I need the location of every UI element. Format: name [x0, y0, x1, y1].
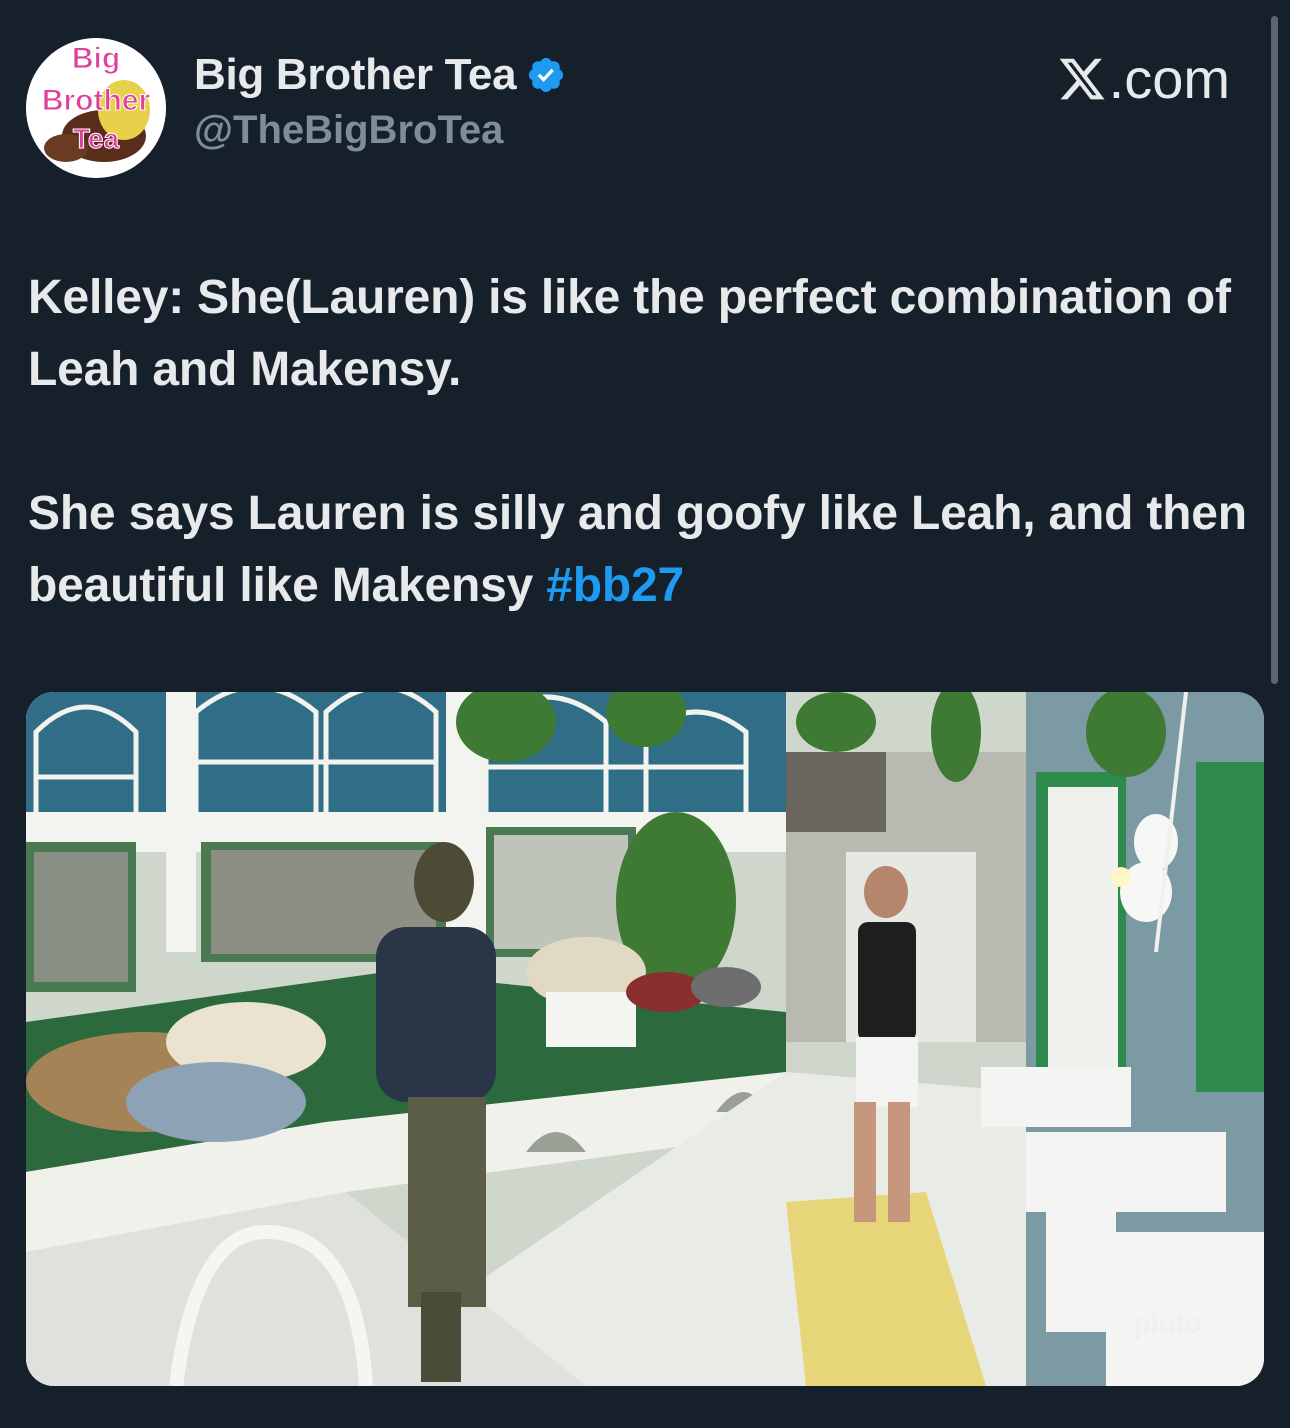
tweet-header: Big Brother Tea Big Brother Tea @TheBigB…	[26, 38, 566, 178]
site-logo[interactable]: .com	[1057, 46, 1230, 111]
avatar-text-3: Tea	[73, 123, 120, 154]
tweet-paragraph-1: Kelley: She(Lauren) is like the perfect …	[28, 271, 1231, 396]
author-handle[interactable]: @TheBigBroTea	[194, 108, 566, 153]
author-names: Big Brother Tea @TheBigBroTea	[194, 50, 566, 153]
avatar-text-2: Brother	[42, 84, 151, 117]
scrollbar[interactable]	[1271, 16, 1278, 684]
site-domain-suffix: .com	[1108, 47, 1230, 110]
x-logo-icon	[1059, 58, 1105, 99]
avatar-logo: Big Brother Tea	[26, 38, 166, 178]
verified-badge-icon[interactable]	[526, 55, 566, 95]
tweet-media-image[interactable]: pluto	[26, 692, 1264, 1386]
author-display-name[interactable]: Big Brother Tea	[194, 50, 517, 100]
tweet-text: Kelley: She(Lauren) is like the perfect …	[28, 262, 1268, 622]
avatar-text-1: Big	[72, 42, 120, 75]
media-scene	[26, 692, 1264, 1386]
display-name-row: Big Brother Tea	[194, 50, 566, 100]
hashtag-link[interactable]: #bb27	[546, 559, 684, 612]
author-avatar[interactable]: Big Brother Tea	[26, 38, 166, 178]
tweet-paragraph-2: She says Lauren is silly and goofy like …	[28, 478, 1268, 622]
pluto-watermark: pluto	[1133, 1308, 1202, 1339]
